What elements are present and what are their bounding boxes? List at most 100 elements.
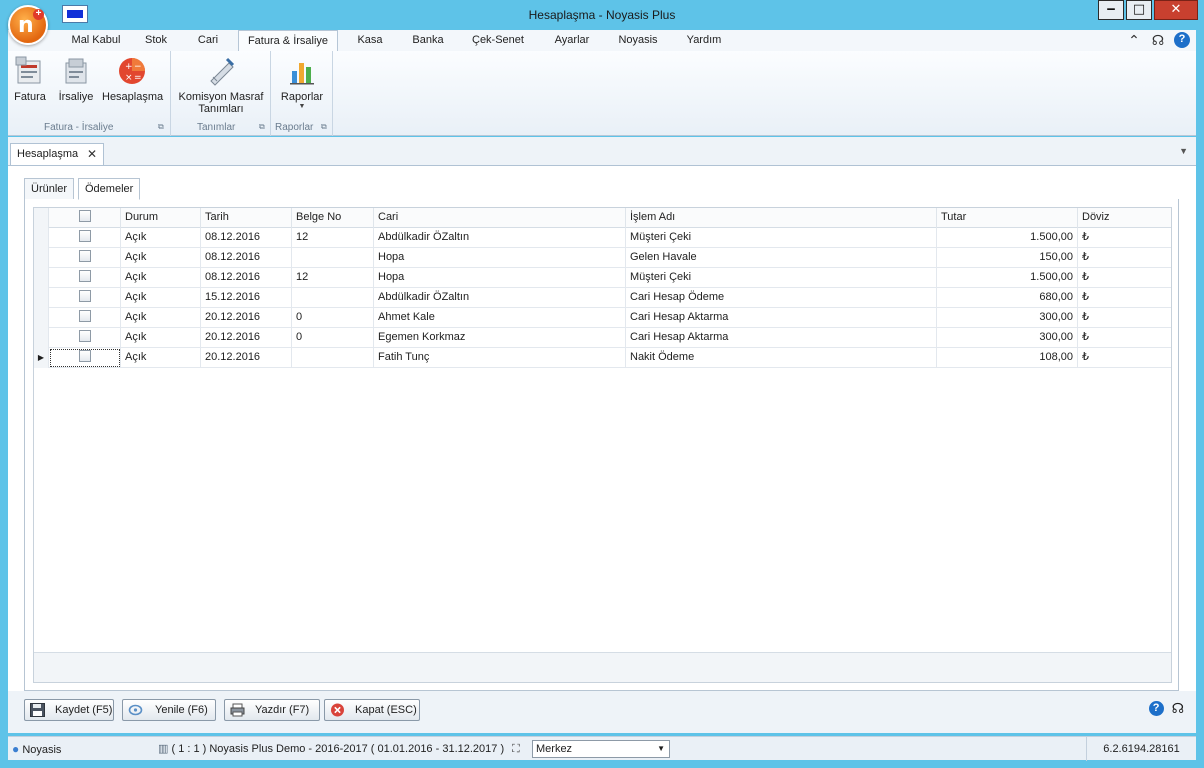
cell-doviz[interactable]: ₺ xyxy=(1078,348,1171,368)
maximize-button[interactable]: □ xyxy=(1126,0,1152,20)
row-checkbox[interactable] xyxy=(78,270,91,283)
group-launcher-icon[interactable]: ⧉ xyxy=(259,122,265,132)
cell-doviz[interactable]: ₺ xyxy=(1078,228,1171,248)
cell-tutar[interactable]: 1.500,00 xyxy=(937,228,1078,248)
cell-tarih[interactable]: 20.12.2016 xyxy=(201,328,292,348)
branch-select[interactable]: Merkez ▼ xyxy=(532,740,670,758)
row-checkbox[interactable] xyxy=(78,290,91,303)
cell-cari[interactable]: Hopa xyxy=(374,248,626,268)
cell-tarih[interactable]: 08.12.2016 xyxy=(201,248,292,268)
help-icon[interactable]: ? xyxy=(1174,32,1190,48)
cell-doviz[interactable]: ₺ xyxy=(1078,328,1171,348)
cell-durum[interactable]: Açık xyxy=(121,248,201,268)
cell-doviz[interactable]: ₺ xyxy=(1078,308,1171,328)
close-form-button[interactable]: Kapat (ESC) xyxy=(324,699,420,721)
table-row[interactable]: Açık 20.12.2016 0 Egemen Korkmaz Cari He… xyxy=(34,328,1171,348)
tab-ayarlar[interactable]: Ayarlar xyxy=(548,30,596,51)
cell-islem-adi[interactable]: Müşteri Çeki xyxy=(626,268,937,288)
cell-durum[interactable]: Açık xyxy=(121,308,201,328)
help-icon[interactable]: ? xyxy=(1148,701,1164,716)
print-button[interactable]: Yazdır (F7) xyxy=(224,699,320,721)
cell-tutar[interactable]: 108,00 xyxy=(937,348,1078,368)
table-row[interactable]: ▶ Açık 20.12.2016 Fatih Tunç Nakit Ödeme… xyxy=(34,348,1171,368)
cell-doviz[interactable]: ₺ xyxy=(1078,248,1171,268)
col-islem-adi[interactable]: İşlem Adı xyxy=(626,208,937,228)
cell-tutar[interactable]: 300,00 xyxy=(937,328,1078,348)
cell-islem-adi[interactable]: Cari Hesap Aktarma xyxy=(626,328,937,348)
cell-durum[interactable]: Açık xyxy=(121,288,201,308)
col-tutar[interactable]: Tutar xyxy=(937,208,1078,228)
row-checkbox[interactable] xyxy=(78,330,91,343)
cell-belge-no[interactable]: 0 xyxy=(292,308,374,328)
cell-tarih[interactable]: 20.12.2016 xyxy=(201,348,292,368)
doc-tab-hesaplasma[interactable]: Hesaplaşma ✕ xyxy=(10,143,104,165)
fatura-button[interactable]: Fatura xyxy=(12,55,48,103)
tab-fatura-irsaliye[interactable]: Fatura & İrsaliye xyxy=(238,30,338,52)
cell-belge-no[interactable] xyxy=(292,288,374,308)
col-doviz[interactable]: Döviz xyxy=(1078,208,1171,228)
cell-cari[interactable]: Ahmet Kale xyxy=(374,308,626,328)
col-tarih[interactable]: Tarih xyxy=(201,208,292,228)
cell-cari[interactable]: Abdülkadir ÖZaltın xyxy=(374,288,626,308)
cell-tutar[interactable]: 150,00 xyxy=(937,248,1078,268)
komisyon-masraf-button[interactable]: Komisyon Masraf Tanımları xyxy=(175,55,267,115)
raporlar-button[interactable]: Raporlar ▼ xyxy=(277,55,327,110)
table-row[interactable]: Açık 08.12.2016 12 Hopa Müşteri Çeki 1.5… xyxy=(34,268,1171,288)
cell-belge-no[interactable]: 12 xyxy=(292,268,374,288)
refresh-button[interactable]: Yenile (F6) xyxy=(122,699,216,721)
app-logo-icon[interactable]: n + xyxy=(8,5,48,45)
save-button[interactable]: Kaydet (F5) xyxy=(24,699,114,721)
tab-stok[interactable]: Stok xyxy=(136,30,176,51)
cell-belge-no[interactable]: 0 xyxy=(292,328,374,348)
row-checkbox[interactable] xyxy=(78,250,91,263)
col-cari[interactable]: Cari xyxy=(374,208,626,228)
cell-doviz[interactable]: ₺ xyxy=(1078,288,1171,308)
cell-tutar[interactable]: 300,00 xyxy=(937,308,1078,328)
cell-islem-adi[interactable]: Müşteri Çeki xyxy=(626,228,937,248)
table-row[interactable]: Açık 20.12.2016 0 Ahmet Kale Cari Hesap … xyxy=(34,308,1171,328)
group-launcher-icon[interactable]: ⧉ xyxy=(158,122,164,132)
irsaliye-button[interactable]: İrsaliye xyxy=(56,55,96,103)
cell-belge-no[interactable]: 12 xyxy=(292,228,374,248)
cell-islem-adi[interactable]: Nakit Ödeme xyxy=(626,348,937,368)
cell-cari[interactable]: Egemen Korkmaz xyxy=(374,328,626,348)
cell-doviz[interactable]: ₺ xyxy=(1078,268,1171,288)
cell-durum[interactable]: Açık xyxy=(121,328,201,348)
tab-yardim[interactable]: Yardım xyxy=(680,30,728,51)
close-tab-icon[interactable]: ✕ xyxy=(87,144,97,164)
tab-cari[interactable]: Cari xyxy=(188,30,228,51)
cell-cari[interactable]: Fatih Tunç xyxy=(374,348,626,368)
col-belge-no[interactable]: Belge No xyxy=(292,208,374,228)
cell-tarih[interactable]: 20.12.2016 xyxy=(201,308,292,328)
table-row[interactable]: Açık 15.12.2016 Abdülkadir ÖZaltın Cari … xyxy=(34,288,1171,308)
cell-tarih[interactable]: 15.12.2016 xyxy=(201,288,292,308)
subtab-odemeler[interactable]: Ödemeler xyxy=(78,178,141,200)
cell-tarih[interactable]: 08.12.2016 xyxy=(201,228,292,248)
collapse-ribbon-icon[interactable]: ⌃ xyxy=(1126,32,1142,48)
cell-tutar[interactable]: 1.500,00 xyxy=(937,268,1078,288)
col-durum[interactable]: Durum xyxy=(121,208,201,228)
row-checkbox[interactable] xyxy=(78,350,91,363)
cell-belge-no[interactable] xyxy=(292,348,374,368)
cell-islem-adi[interactable]: Cari Hesap Aktarma xyxy=(626,308,937,328)
cell-durum[interactable]: Açık xyxy=(121,228,201,248)
select-all-checkbox[interactable] xyxy=(78,210,91,223)
tab-noyasis[interactable]: Noyasis xyxy=(612,30,664,51)
tab-banka[interactable]: Banka xyxy=(406,30,450,51)
subtab-urunler[interactable]: Ürünler xyxy=(24,178,75,200)
table-row[interactable]: Açık 08.12.2016 12 Abdülkadir ÖZaltın Mü… xyxy=(34,228,1171,248)
support-headset-icon[interactable]: ☊ xyxy=(1150,32,1166,48)
cell-islem-adi[interactable]: Cari Hesap Ödeme xyxy=(626,288,937,308)
cell-durum[interactable]: Açık xyxy=(121,348,201,368)
cell-cari[interactable]: Hopa xyxy=(374,268,626,288)
row-checkbox[interactable] xyxy=(78,310,91,323)
cell-islem-adi[interactable]: Gelen Havale xyxy=(626,248,937,268)
table-row[interactable]: Açık 08.12.2016 Hopa Gelen Havale 150,00… xyxy=(34,248,1171,268)
cell-belge-no[interactable] xyxy=(292,248,374,268)
tab-cek-senet[interactable]: Çek-Senet xyxy=(466,30,530,51)
cell-tutar[interactable]: 680,00 xyxy=(937,288,1078,308)
minimize-button[interactable]: ‒ xyxy=(1098,0,1124,20)
group-launcher-icon[interactable]: ⧉ xyxy=(321,122,327,132)
cell-durum[interactable]: Açık xyxy=(121,268,201,288)
cell-tarih[interactable]: 08.12.2016 xyxy=(201,268,292,288)
